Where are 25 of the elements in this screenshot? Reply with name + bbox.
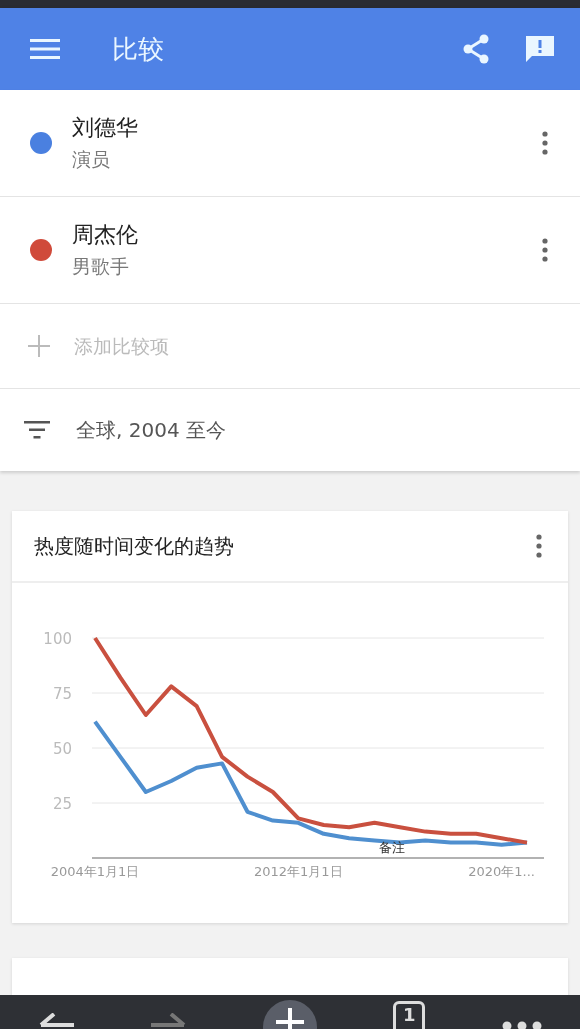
- back-arrow-icon[interactable]: [38, 1013, 75, 1029]
- y-tick-label: 100: [43, 630, 72, 648]
- y-tick-label: 75: [52, 685, 72, 703]
- term-name: 刘德华: [72, 114, 139, 142]
- x-tick-label: 2012年1月1日: [253, 864, 343, 879]
- x-tick-label: 2020年1...: [468, 864, 535, 879]
- term-name: 周杰伦: [72, 221, 139, 249]
- y-tick-label: 25: [52, 795, 72, 813]
- more-icon[interactable]: [501, 1021, 542, 1029]
- term-category: 男歌手: [72, 254, 130, 279]
- filter-icon[interactable]: [24, 421, 50, 439]
- add-icon: [28, 335, 50, 357]
- plus-icon: [275, 1008, 304, 1029]
- x-tick-label: 2004年1月1日: [50, 864, 140, 879]
- annotation-label: 备注: [378, 840, 405, 855]
- more-icon: [542, 238, 548, 262]
- more-icon: [536, 534, 542, 558]
- add-term-field[interactable]: 添加比较项: [72, 334, 552, 358]
- term-category: 演员: [72, 147, 111, 172]
- card-title: 热度随时间变化的趋势: [34, 532, 235, 560]
- y-tick-label: 50: [52, 740, 72, 758]
- filter-label[interactable]: 全球, 2004 至今: [76, 416, 226, 444]
- more-icon: [542, 131, 548, 155]
- page-title: 比较: [112, 32, 165, 66]
- tabs-button[interactable]: 1: [393, 1001, 426, 1029]
